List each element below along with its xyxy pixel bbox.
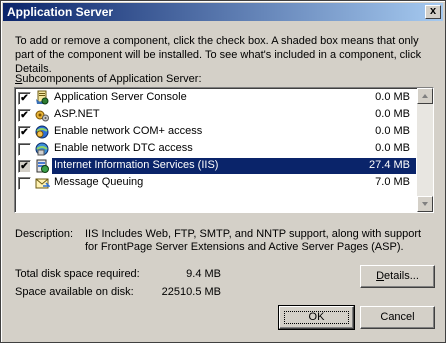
- check-icon: ✔: [20, 127, 29, 138]
- check-icon: ✔: [20, 110, 29, 121]
- vertical-scrollbar[interactable]: [417, 88, 433, 212]
- list-item-selected[interactable]: ✔ Internet Information Services (IIS) 27…: [17, 158, 416, 175]
- dtc-icon: [35, 142, 49, 156]
- description-label: Description:: [15, 228, 74, 240]
- window-title: Application Server: [7, 5, 114, 19]
- close-icon: x: [429, 5, 437, 17]
- list-item[interactable]: Enable network DTC access 0.0 MB: [17, 141, 416, 158]
- details-button[interactable]: Details...: [360, 265, 435, 288]
- item-size: 0.0 MB: [375, 125, 410, 137]
- close-button[interactable]: x: [425, 5, 441, 19]
- subcomponents-list[interactable]: ✔ Application Server Console 0.0 MB ✔ AS…: [14, 87, 434, 213]
- item-size: 0.0 MB: [375, 142, 410, 154]
- message-queuing-icon: [35, 178, 50, 189]
- checkbox[interactable]: [18, 143, 31, 156]
- checkbox[interactable]: ✔: [18, 126, 31, 139]
- item-size: 0.0 MB: [375, 91, 410, 103]
- checkbox[interactable]: ✔: [18, 160, 31, 173]
- ok-button[interactable]: OK: [278, 305, 355, 330]
- item-name: Application Server Console: [54, 91, 187, 103]
- details-label-rest: etails...: [384, 270, 419, 282]
- item-size: 0.0 MB: [375, 108, 410, 120]
- scroll-down-arrow-icon: [422, 202, 428, 206]
- item-size: 7.0 MB: [375, 176, 410, 188]
- aspnet-icon: [35, 110, 49, 122]
- list-item[interactable]: ✔ ASP.NET 0.0 MB: [17, 107, 416, 124]
- item-name: ASP.NET: [54, 108, 100, 120]
- item-name: Message Queuing: [54, 176, 144, 188]
- description-text: IIS Includes Web, FTP, SMTP, and NNTP su…: [85, 228, 422, 253]
- focus-rectangle: [284, 311, 349, 324]
- checkbox[interactable]: ✔: [18, 109, 31, 122]
- console-icon: [36, 90, 49, 105]
- item-size: 27.4 MB: [369, 159, 410, 171]
- cancel-label: Cancel: [380, 311, 415, 323]
- subcomponents-label: Subcomponents of Application Server:: [15, 73, 202, 85]
- intro-text: To add or remove a component, click the …: [15, 35, 422, 75]
- scroll-down-button[interactable]: [417, 196, 433, 212]
- list-item[interactable]: ✔ Enable network COM+ access 0.0 MB: [17, 124, 416, 141]
- scroll-up-arrow-icon: [422, 94, 428, 98]
- item-name: Enable network DTC access: [54, 142, 193, 154]
- application-server-dialog: Application Server x To add or remove a …: [0, 0, 446, 343]
- cancel-button[interactable]: Cancel: [360, 306, 435, 329]
- check-icon: ✔: [20, 161, 29, 172]
- subcomponents-label-rest: ubcomponents of Application Server:: [22, 73, 202, 85]
- item-name: Enable network COM+ access: [54, 125, 203, 137]
- iis-icon: [36, 159, 49, 173]
- checkbox[interactable]: ✔: [18, 92, 31, 105]
- check-icon: ✔: [20, 93, 29, 104]
- disk-required-label: Total disk space required:: [15, 268, 140, 280]
- item-name: Internet Information Services (IIS): [54, 159, 219, 171]
- title-bar[interactable]: Application Server x: [3, 3, 443, 21]
- scroll-up-button[interactable]: [417, 88, 433, 104]
- details-accel: D: [376, 270, 385, 282]
- list-item[interactable]: ✔ Application Server Console 0.0 MB: [17, 90, 416, 107]
- disk-available-value: 22510.5 MB: [161, 286, 221, 298]
- disk-required-value: 9.4 MB: [186, 268, 221, 280]
- checkbox[interactable]: [18, 177, 31, 190]
- com-plus-icon: [35, 125, 49, 139]
- disk-available-label: Space available on disk:: [15, 286, 134, 298]
- list-item[interactable]: Message Queuing 7.0 MB: [17, 175, 416, 192]
